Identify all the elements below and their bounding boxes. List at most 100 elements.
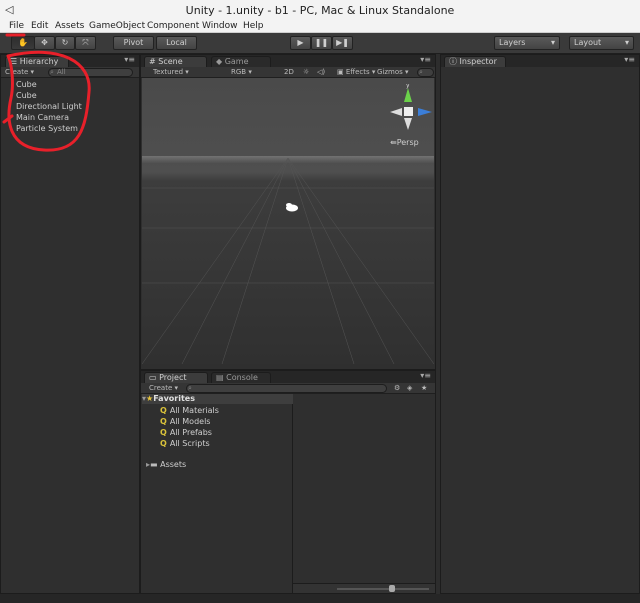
scene-viewport[interactable]: y z ⇚Persp bbox=[142, 78, 434, 364]
layers-label: Layers bbox=[499, 38, 526, 47]
hierarchy-search-input[interactable]: ⌕ All bbox=[48, 68, 133, 77]
panel-menu-icon[interactable]: ▾≡ bbox=[624, 55, 635, 64]
move-tool-button[interactable]: ✥ bbox=[34, 36, 55, 50]
menu-help[interactable]: Help bbox=[243, 21, 264, 31]
game-tab-label: Game bbox=[224, 57, 249, 66]
project-create-button[interactable]: Create ▾ bbox=[149, 384, 178, 393]
scale-tool-button[interactable]: ⤧ bbox=[75, 36, 96, 50]
play-icon: ▶ bbox=[297, 38, 304, 47]
lighting-toggle-icon[interactable]: ☼ bbox=[303, 68, 309, 77]
orientation-gizmo[interactable]: y z bbox=[380, 84, 434, 134]
project-assets-view[interactable] bbox=[293, 394, 435, 593]
favorite-star-icon[interactable]: ★ bbox=[421, 384, 427, 393]
layers-dropdown[interactable]: Layers bbox=[494, 36, 560, 50]
scale-tool-icon: ⤧ bbox=[82, 38, 89, 47]
panel-menu-icon[interactable]: ▾≡ bbox=[124, 55, 135, 64]
favorite-item[interactable]: Q All Scripts bbox=[160, 439, 210, 448]
dimension-label: 2D bbox=[284, 68, 294, 76]
hierarchy-item[interactable]: Directional Light bbox=[16, 102, 82, 111]
project-search-input[interactable]: ⌕ bbox=[186, 384, 387, 393]
create-label: Create bbox=[5, 68, 29, 76]
shading-mode-label: Textured bbox=[153, 68, 184, 76]
hierarchy-panel: ☰ Hierarchy ▾≡ Create ▾ ⌕ All Cube Cube D… bbox=[0, 54, 140, 594]
effects-dropdown[interactable]: ▣ Effects ▾ bbox=[337, 68, 375, 77]
audio-toggle-icon[interactable]: ◁) bbox=[317, 68, 325, 77]
project-tab-label: Project bbox=[159, 373, 187, 382]
inspector-tabstrip: ⓘ Inspector ▾≡ bbox=[441, 55, 639, 67]
favorites-header[interactable]: ▾★Favorites bbox=[142, 394, 293, 404]
hierarchy-item[interactable]: Cube bbox=[16, 80, 37, 89]
console-tab-label: Console bbox=[226, 373, 258, 382]
pause-button[interactable]: ❚❚ bbox=[311, 36, 332, 50]
step-button[interactable]: ▶❚ bbox=[332, 36, 353, 50]
tab-console[interactable]: ▤ Console bbox=[211, 372, 271, 383]
tab-hierarchy[interactable]: ☰ Hierarchy bbox=[5, 56, 69, 67]
favorite-item[interactable]: Q All Materials bbox=[160, 406, 219, 415]
menu-bar: File Edit Assets GameObject Component Wi… bbox=[0, 20, 640, 33]
game-controller-icon: ◆ bbox=[216, 57, 223, 66]
scene-subbar: Textured ▾ RGB ▾ 2D ☼ ◁) ▣ Effects ▾ Giz… bbox=[141, 67, 435, 78]
hierarchy-item[interactable]: Main Camera bbox=[16, 113, 69, 122]
asset-size-bar bbox=[293, 583, 435, 593]
render-mode-dropdown[interactable]: RGB ▾ bbox=[231, 68, 252, 77]
gizmos-dropdown[interactable]: Gizmos ▾ bbox=[377, 68, 409, 77]
rotate-tool-button[interactable]: ↻ bbox=[55, 36, 75, 50]
play-button[interactable]: ▶ bbox=[290, 36, 311, 50]
slider-handle[interactable] bbox=[389, 585, 395, 592]
hierarchy-item[interactable]: Cube bbox=[16, 91, 37, 100]
favorite-label: All Scripts bbox=[169, 439, 210, 448]
title-bar: ◁ Unity - 1.unity - b1 - PC, Mac & Linux… bbox=[0, 0, 640, 20]
scene-panel: # Scene ◆ Game ▾≡ Textured ▾ RGB ▾ 2D ☼ … bbox=[140, 54, 436, 370]
status-bar bbox=[0, 594, 640, 603]
menu-file[interactable]: File bbox=[9, 21, 24, 31]
hierarchy-tabstrip: ☰ Hierarchy ▾≡ bbox=[1, 55, 139, 67]
tab-game[interactable]: ◆ Game bbox=[211, 56, 271, 67]
hierarchy-subbar: Create ▾ ⌕ All bbox=[1, 67, 139, 78]
gizmo-y-label: y bbox=[406, 84, 410, 89]
pivot-toggle-button[interactable]: Pivot bbox=[113, 36, 154, 50]
panel-menu-icon[interactable]: ▾≡ bbox=[420, 55, 431, 64]
favorites-label: Favorites bbox=[153, 394, 195, 403]
menu-assets[interactable]: Assets bbox=[55, 21, 84, 31]
local-toggle-button[interactable]: Local bbox=[156, 36, 197, 50]
search-icon: ⌕ bbox=[188, 384, 192, 392]
scene-search-input[interactable]: ⌕ bbox=[417, 68, 434, 77]
inspector-panel: ⓘ Inspector ▾≡ bbox=[440, 54, 640, 594]
directional-light-icon bbox=[286, 203, 298, 212]
filter-type-icon[interactable]: ⚙ bbox=[394, 384, 400, 393]
search-icon: ⌕ bbox=[50, 68, 54, 76]
favorite-label: All Models bbox=[169, 417, 211, 426]
hand-tool-button[interactable]: ✋ bbox=[11, 36, 35, 50]
inspector-tab-label: Inspector bbox=[459, 57, 497, 66]
project-tabstrip: ▭ Project ▤ Console ▾≡ bbox=[141, 371, 435, 383]
2d-toggle[interactable]: 2D bbox=[284, 68, 294, 77]
folder-icon: ▭ bbox=[149, 373, 157, 382]
hierarchy-item[interactable]: Particle System bbox=[16, 124, 78, 133]
layout-dropdown[interactable]: Layout bbox=[569, 36, 634, 50]
search-placeholder: All bbox=[57, 68, 66, 76]
persp-text: Persp bbox=[396, 138, 419, 147]
scene-tabstrip: # Scene ◆ Game ▾≡ bbox=[141, 55, 435, 67]
panel-menu-icon[interactable]: ▾≡ bbox=[420, 371, 431, 380]
main-toolbar: ✋ ✥ ↻ ⤧ Pivot Local ▶ ❚❚ ▶❚ Layers Layou… bbox=[0, 33, 640, 54]
favorite-label: All Prefabs bbox=[169, 428, 212, 437]
favorite-item[interactable]: Q All Prefabs bbox=[160, 428, 212, 437]
shading-mode-dropdown[interactable]: Textured ▾ bbox=[153, 68, 189, 77]
pause-icon: ❚❚ bbox=[314, 38, 329, 47]
hierarchy-create-button[interactable]: Create ▾ bbox=[5, 68, 34, 77]
tab-inspector[interactable]: ⓘ Inspector bbox=[444, 56, 506, 67]
menu-edit[interactable]: Edit bbox=[31, 21, 48, 31]
tab-project[interactable]: ▭ Project bbox=[144, 372, 208, 383]
hierarchy-tab-label: Hierarchy bbox=[19, 57, 59, 66]
menu-component[interactable]: Component bbox=[147, 21, 199, 31]
console-icon: ▤ bbox=[216, 373, 224, 382]
favorite-item[interactable]: Q All Models bbox=[160, 417, 210, 426]
assets-folder[interactable]: ▸▬ Assets bbox=[146, 460, 186, 469]
asset-size-slider[interactable] bbox=[337, 588, 429, 590]
menu-gameobject[interactable]: GameObject bbox=[89, 21, 145, 31]
tab-scene[interactable]: # Scene bbox=[144, 56, 207, 67]
filter-label-icon[interactable]: ◈ bbox=[407, 384, 412, 393]
assets-label: Assets bbox=[160, 460, 187, 469]
menu-window[interactable]: Window bbox=[202, 21, 238, 31]
persp-label[interactable]: ⇚Persp bbox=[390, 138, 419, 147]
